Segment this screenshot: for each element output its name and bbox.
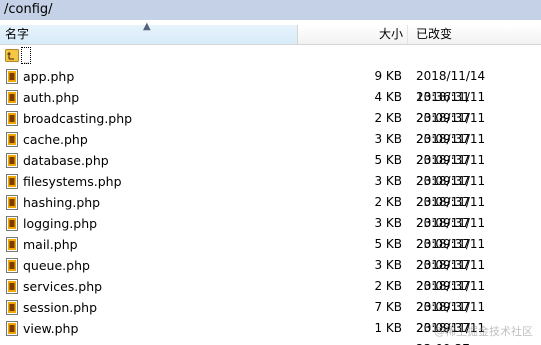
file-size: 7 KB <box>374 300 402 314</box>
file-row[interactable]: app.php 9 KB 2018/11/14 13:36:31 <box>0 66 541 104</box>
file-name: app.php <box>23 69 75 84</box>
file-browser-window: /config/ ▲ 名字 大小 已改变 .. app.php 9 KB 201… <box>0 0 541 345</box>
file-size: 2 KB <box>374 111 402 125</box>
file-name: hashing.php <box>23 195 101 210</box>
file-size: 3 KB <box>374 132 402 146</box>
php-file-icon <box>6 132 18 147</box>
file-row[interactable]: services.php 2 KB 2018/11/11 23:09:37 <box>0 276 541 314</box>
file-size: 3 KB <box>374 174 402 188</box>
column-header-name-label: 名字 <box>5 27 30 41</box>
php-file-icon <box>6 111 18 126</box>
file-name: mail.php <box>23 237 78 252</box>
php-file-icon <box>6 216 18 231</box>
file-size: 2 KB <box>374 195 402 209</box>
parent-directory-label: .. <box>23 54 30 67</box>
file-size: 3 KB <box>374 216 402 230</box>
file-name: cache.php <box>23 132 88 147</box>
php-file-icon <box>6 321 18 336</box>
file-name: view.php <box>23 321 79 336</box>
column-header-size-label: 大小 <box>378 27 403 41</box>
php-file-icon <box>6 258 18 273</box>
file-size: 1 KB <box>374 321 402 335</box>
current-path: /config/ <box>4 2 53 17</box>
watermark: @稀土掘金技术社区 <box>434 325 533 338</box>
php-file-icon <box>6 174 18 189</box>
column-header: ▲ 名字 大小 已改变 <box>0 21 541 45</box>
file-size: 2 KB <box>374 279 402 293</box>
file-row[interactable]: hashing.php 2 KB 2018/11/11 23:09:37 <box>0 192 541 230</box>
php-file-icon <box>6 69 18 84</box>
path-bar[interactable]: /config/ <box>0 0 541 20</box>
file-name: broadcasting.php <box>23 111 133 126</box>
php-file-icon <box>6 300 18 315</box>
file-row[interactable]: cache.php 3 KB 2018/11/11 23:09:37 <box>0 129 541 167</box>
file-size: 3 KB <box>374 258 402 272</box>
php-file-icon <box>6 279 18 294</box>
file-row[interactable]: broadcasting.php 2 KB 2018/11/11 23:09:3… <box>0 108 541 146</box>
sort-ascending-icon: ▲ <box>143 21 151 32</box>
file-name: database.php <box>23 153 109 168</box>
php-file-icon <box>6 195 18 210</box>
file-list: .. app.php 9 KB 2018/11/14 13:36:31 auth… <box>0 45 541 345</box>
file-row[interactable]: session.php 7 KB 2018/11/11 23:09:37 <box>0 297 541 335</box>
file-row[interactable]: logging.php 3 KB 2018/11/11 23:09:37 <box>0 213 541 251</box>
file-size: 5 KB <box>374 237 402 251</box>
php-file-icon <box>6 237 18 252</box>
file-row[interactable]: auth.php 4 KB 2018/11/11 23:09:37 <box>0 87 541 125</box>
file-name: logging.php <box>23 216 98 231</box>
file-row[interactable]: mail.php 5 KB 2018/11/11 23:09:37 <box>0 234 541 272</box>
column-header-size[interactable]: 大小 <box>298 25 408 44</box>
column-header-modified-label: 已改变 <box>416 27 453 41</box>
file-row[interactable]: filesystems.php 3 KB 2018/11/11 23:09:37 <box>0 171 541 209</box>
file-row[interactable]: database.php 5 KB 2018/11/11 23:09:37 <box>0 150 541 188</box>
parent-directory-selection: .. <box>21 47 31 67</box>
file-name: auth.php <box>23 90 80 105</box>
parent-directory-row[interactable]: .. <box>0 45 541 66</box>
file-size: 9 KB <box>374 69 402 83</box>
column-header-name[interactable]: ▲ 名字 <box>0 21 298 44</box>
column-header-modified[interactable]: 已改变 <box>408 25 541 44</box>
file-name: filesystems.php <box>23 174 122 189</box>
file-row[interactable]: queue.php 3 KB 2018/11/11 23:09:37 <box>0 255 541 293</box>
file-name: queue.php <box>23 258 90 273</box>
file-name: services.php <box>23 279 103 294</box>
file-name: session.php <box>23 300 98 315</box>
php-file-icon <box>6 90 18 105</box>
file-size: 5 KB <box>374 153 402 167</box>
parent-folder-icon <box>5 49 19 62</box>
php-file-icon <box>6 153 18 168</box>
file-size: 4 KB <box>374 90 402 104</box>
